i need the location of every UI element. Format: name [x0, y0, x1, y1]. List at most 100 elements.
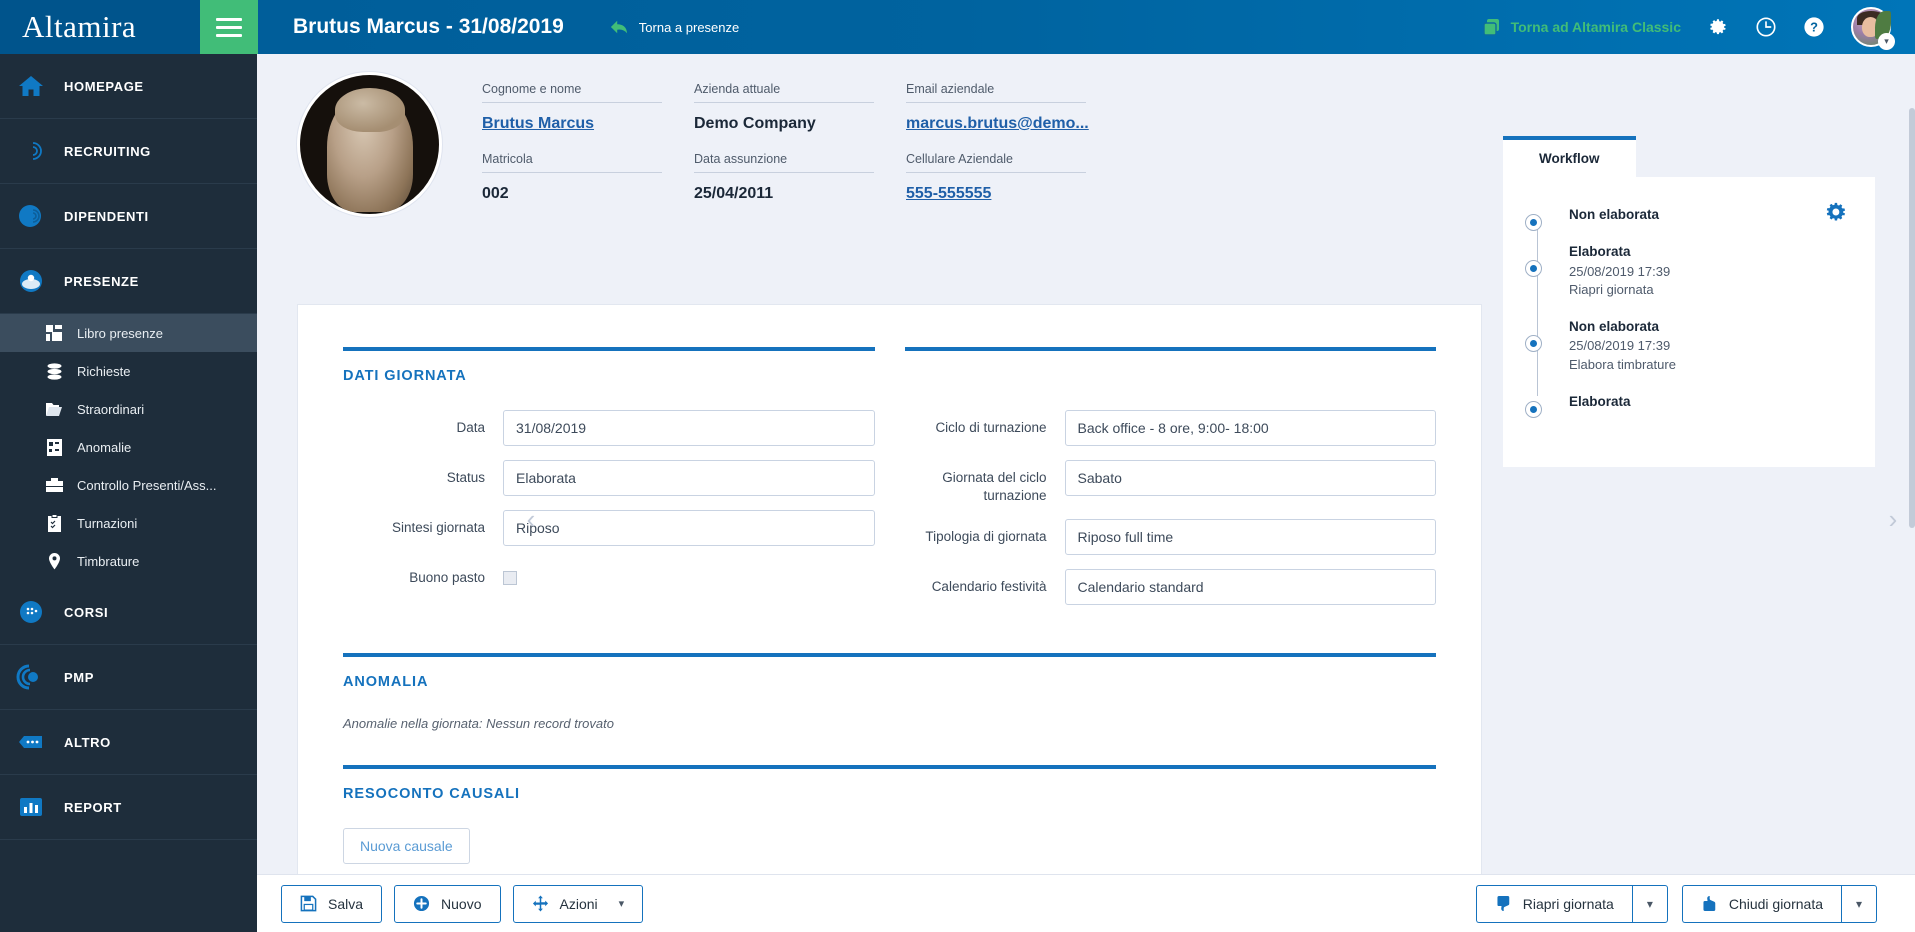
new-button[interactable]: Nuovo: [394, 884, 501, 923]
top-bar: Altamira Brutus Marcus - 31/08/2019 Torn…: [0, 0, 1915, 54]
giornata-ciclo-input[interactable]: Sabato: [1064, 460, 1436, 496]
main-content: Cognome e nome Brutus Marcus Matricola 0…: [257, 54, 1915, 874]
sidebar-item-report[interactable]: REPORT: [0, 775, 257, 840]
sidebar-label: REPORT: [64, 799, 122, 815]
back-to-attendance-link[interactable]: Torna a presenze: [609, 18, 739, 36]
section-rules: [343, 305, 1436, 351]
help-icon[interactable]: ?: [1803, 16, 1825, 38]
sidebar: HOMEPAGE RECRUITING DIPENDENTI PRESENZE …: [0, 54, 257, 932]
field-value-phone[interactable]: 555-555555: [906, 173, 1086, 203]
sidebar-item-pmp[interactable]: PMP: [0, 645, 257, 710]
field-calendario-festivita: Calendario festività Calendario standard: [905, 569, 1436, 606]
sidebar-item-anomalie[interactable]: Anomalie: [0, 428, 257, 466]
workflow-step: Non elaborata: [1525, 205, 1853, 231]
field-value-matricola: 002: [482, 185, 509, 202]
vertical-scrollbar[interactable]: [1909, 108, 1915, 816]
next-day-arrow[interactable]: ›: [1885, 506, 1901, 532]
field-value-email[interactable]: marcus.brutus@demo...: [906, 103, 1089, 133]
save-button[interactable]: Salva: [281, 884, 383, 923]
database-icon: [45, 362, 64, 381]
tipologia-giornata-input[interactable]: Riposo full time: [1064, 519, 1436, 556]
attendance-icon: [16, 266, 46, 296]
field-value-company: Demo Company: [694, 115, 816, 132]
section-title-resoconto: RESOCONTO CAUSALI: [343, 786, 520, 803]
sidebar-label: PRESENZE: [64, 273, 139, 289]
recruiting-icon: [16, 136, 46, 166]
sidebar-item-richieste[interactable]: Richieste: [0, 352, 257, 390]
rule-right: [904, 305, 1436, 351]
field-label: Sintesi giornata: [391, 520, 485, 535]
anomalia-message: Anomalie nella giornata: Nessun record t…: [343, 716, 614, 732]
nuova-causale-button[interactable]: Nuova causale: [343, 828, 470, 865]
tab-workflow[interactable]: Workflow: [1503, 136, 1636, 177]
new-button-label: Nuovo: [441, 895, 482, 912]
app-root: Altamira Brutus Marcus - 31/08/2019 Torn…: [0, 0, 1915, 932]
classic-link-label: Torna ad Altamira Classic: [1510, 19, 1681, 35]
buono-pasto-checkbox[interactable]: [503, 571, 517, 585]
sidebar-item-straordinari[interactable]: Straordinari: [0, 390, 257, 428]
workflow-step-action: Riapri giornata: [1569, 282, 1654, 298]
section-title-anomalia: ANOMALIA: [343, 674, 429, 691]
sidebar-sublabel: Turnazioni: [77, 515, 138, 531]
calendario-festivita-input[interactable]: Calendario standard: [1064, 569, 1436, 606]
actions-button[interactable]: Azioni ▾: [512, 884, 644, 923]
sidebar-item-presenze[interactable]: PRESENZE: [0, 249, 257, 314]
scrollbar-thumb[interactable]: [1909, 108, 1915, 528]
sidebar-sublabel: Anomalie: [77, 439, 132, 455]
sidebar-item-homepage[interactable]: HOMEPAGE: [0, 54, 257, 119]
employee-photo[interactable]: [297, 72, 442, 217]
reopen-day-button[interactable]: Riapri giornata: [1475, 884, 1632, 923]
status-input[interactable]: Elaborata: [503, 460, 875, 496]
sidebar-label: ALTRO: [64, 734, 111, 750]
dati-giornata-form: Data 31/08/2019 Status Elaborata Sintesi…: [343, 410, 1436, 619]
sidebar-item-timbrature[interactable]: Timbrature: [0, 542, 257, 580]
altamira-classic-link[interactable]: Torna ad Altamira Classic: [1482, 17, 1681, 37]
field-tipologia-giornata: Tipologia di giornata Riposo full time: [905, 519, 1436, 556]
workflow-steps: Non elaborata Elaborata 25/08/2019 17:39…: [1525, 205, 1853, 419]
field-label: Azienda attuale: [694, 82, 874, 103]
gear-icon[interactable]: [1707, 16, 1729, 38]
sidebar-item-altro[interactable]: ALTRO: [0, 710, 257, 775]
sidebar-label: RECRUITING: [64, 143, 151, 159]
close-day-button[interactable]: Chiudi giornata: [1681, 884, 1841, 923]
field-giornata-ciclo: Giornata del ciclo turnazione Sabato: [905, 460, 1436, 505]
copy-icon: [1482, 19, 1499, 36]
field-value-name[interactable]: Brutus Marcus: [482, 103, 662, 133]
data-input[interactable]: 31/08/2019: [503, 410, 875, 446]
clock-icon[interactable]: [1755, 16, 1777, 38]
sidebar-item-corsi[interactable]: CORSI: [0, 580, 257, 645]
user-avatar-wrapper[interactable]: ▾: [1851, 7, 1895, 50]
sidebar-item-controllo-presenti[interactable]: Controllo Presenti/Ass...: [0, 466, 257, 504]
field-status: Status Elaborata: [343, 460, 875, 496]
page-title: Brutus Marcus - 31/08/2019: [293, 15, 564, 38]
sidebar-sublabel: Controllo Presenti/Ass...: [77, 477, 217, 493]
chevron-down-icon[interactable]: ▾: [619, 897, 625, 910]
back-link-label: Torna a presenze: [638, 19, 740, 35]
timeline-dot-icon: [1525, 260, 1542, 278]
sidebar-sublabel: Timbrature: [77, 553, 140, 569]
sidebar-item-turnazioni[interactable]: Turnazioni: [0, 504, 257, 542]
chevron-down-icon[interactable]: ▾: [1631, 884, 1668, 923]
sintesi-giornata-input[interactable]: Riposo: [503, 510, 875, 546]
workflow-panel: Workflow Non elaborata Elaborata 25/08/2…: [1503, 136, 1875, 467]
ciclo-turnazione-input[interactable]: Back office - 8 ore, 9:00- 18:00: [1064, 410, 1436, 446]
hamburger-line: [216, 17, 242, 21]
chevron-down-icon[interactable]: ▾: [1841, 884, 1877, 923]
prev-day-arrow[interactable]: ‹: [523, 506, 539, 532]
menu-toggle-button[interactable]: [200, 0, 258, 54]
field-label: Ciclo di turnazione: [935, 420, 1047, 435]
thumbs-up-icon: [1701, 895, 1718, 912]
sidebar-item-libro-presenze[interactable]: Libro presenze: [0, 314, 257, 352]
move-icon: [532, 895, 549, 912]
field-label: Tipologia di giornata: [925, 529, 1047, 545]
svg-text:?: ?: [1810, 20, 1818, 35]
grid-icon: [45, 324, 64, 343]
form-column-left: Data 31/08/2019 Status Elaborata Sintesi…: [343, 410, 875, 619]
sidebar-item-recruiting[interactable]: RECRUITING: [0, 119, 257, 184]
plus-circle-icon: [413, 895, 430, 912]
brand-logo[interactable]: Altamira: [0, 0, 200, 54]
sidebar-item-dipendenti[interactable]: DIPENDENTI: [0, 184, 257, 249]
profile-field: Data assunzione 25/04/2011: [694, 152, 874, 203]
chevron-down-icon[interactable]: ▾: [1878, 33, 1895, 50]
workflow-step-name: Non elaborata: [1569, 207, 1660, 222]
